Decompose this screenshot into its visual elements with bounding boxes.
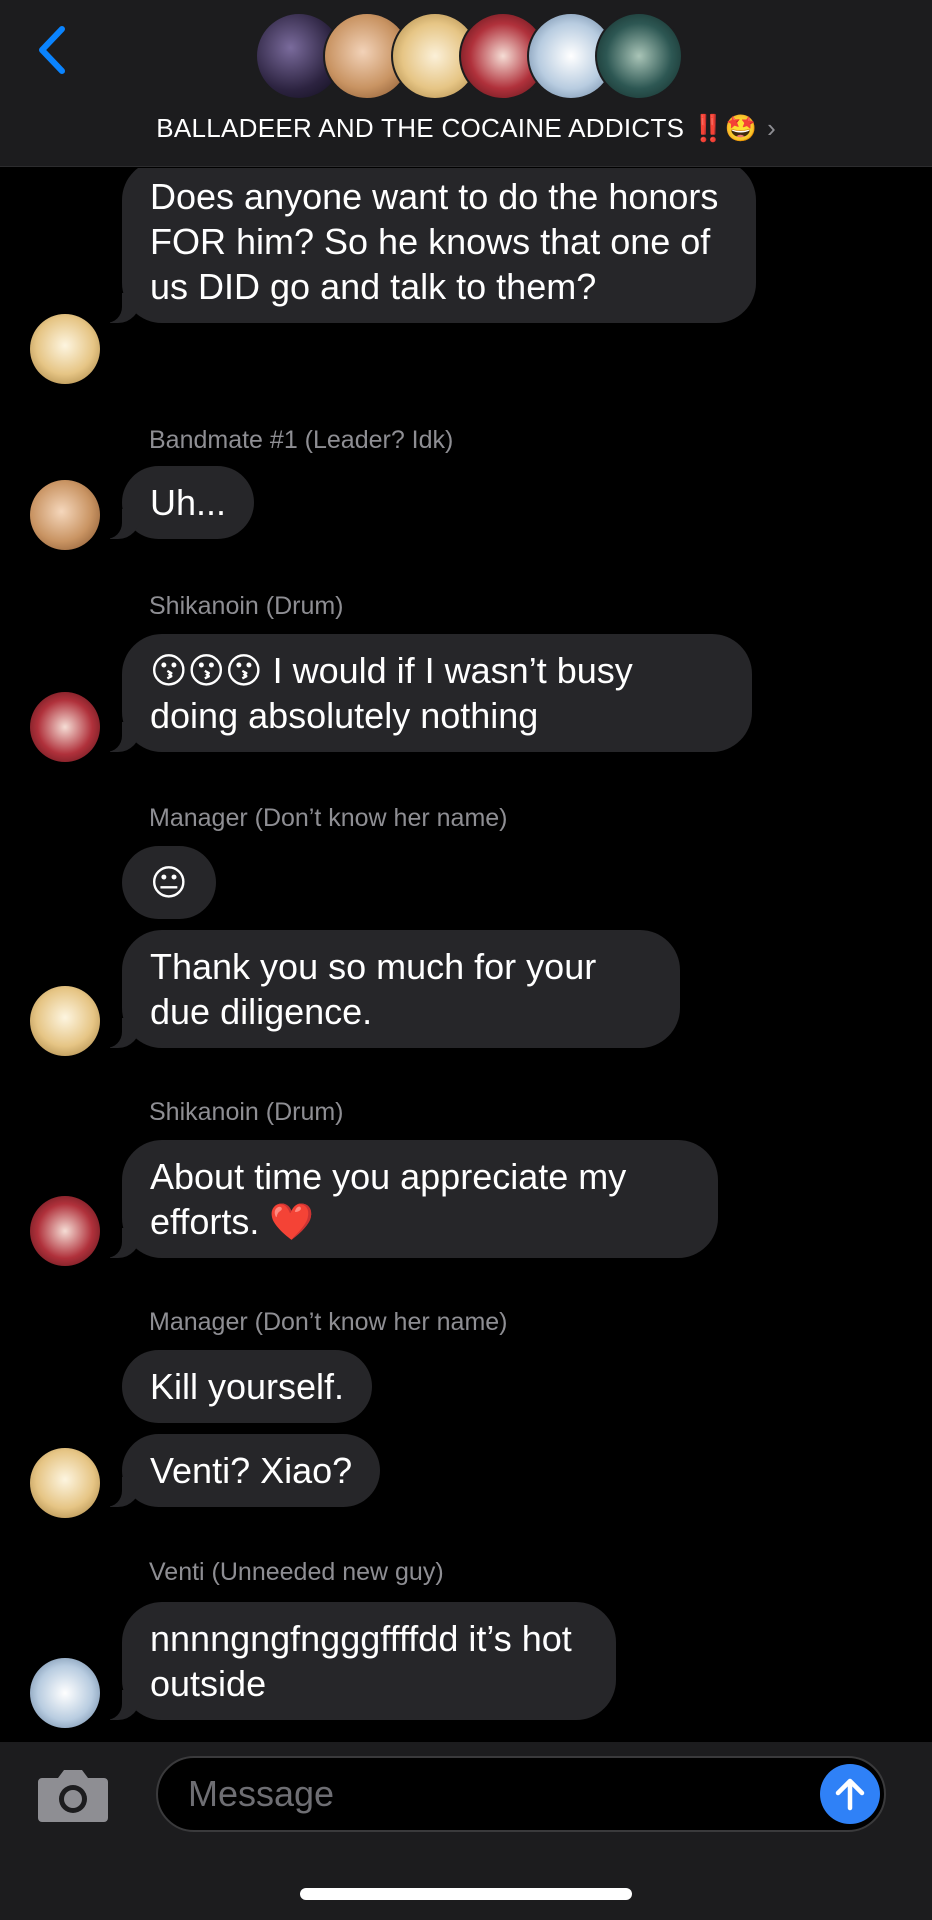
composer-bar: Message: [0, 1742, 932, 1920]
group-emojis: ‼️🤩: [692, 112, 758, 143]
message-text: Does anyone want to do the honors FOR hi…: [150, 176, 719, 307]
sender-name: Shikanoin (Drum): [149, 592, 344, 620]
chevron-left-icon: [39, 26, 65, 74]
arrow-up-icon: [835, 1778, 865, 1811]
camera-button[interactable]: [36, 1764, 110, 1826]
group-name: BALLADEER AND THE COCAINE ADDICTS: [156, 112, 685, 143]
message-bubble[interactable]: Venti? Xiao?: [99, 1434, 381, 1507]
home-indicator: [300, 1888, 632, 1900]
sender-name: Manager (Don’t know her name): [149, 1308, 508, 1336]
sender-name: Manager (Don’t know her name): [149, 804, 508, 832]
message-text: 😗😗😗 I would if I wasn’t busy doing absol…: [150, 650, 633, 736]
message-bubble[interactable]: Thank you so much for your due diligence…: [100, 930, 680, 1048]
sender-name: Bandmate #1 (Leader? Idk): [149, 426, 454, 454]
message-input[interactable]: Message: [156, 1756, 886, 1832]
send-button[interactable]: [820, 1764, 880, 1824]
message-bubble[interactable]: 😐: [122, 846, 216, 919]
member-avatar: [595, 12, 683, 100]
message-bubble[interactable]: nnnngngfngggffffdd it’s hot outside: [100, 1602, 616, 1720]
message-text: nnnngngfngggffffdd it’s hot outside: [150, 1618, 572, 1704]
group-title[interactable]: BALLADEER AND THE COCAINE ADDICTS ‼️🤩 ›: [0, 110, 932, 146]
message-bubble[interactable]: Uh...: [99, 466, 255, 539]
sender-avatar[interactable]: [30, 692, 100, 762]
message-text: 😐: [150, 862, 188, 903]
message-text: Thank you so much for your due diligence…: [150, 946, 597, 1032]
message-text: Kill yourself.: [150, 1366, 345, 1407]
message-placeholder: Message: [188, 1773, 335, 1814]
back-button[interactable]: [30, 22, 74, 78]
message-list[interactable]: Does anyone want to do the honors FOR hi…: [0, 168, 932, 1742]
camera-icon: [38, 1770, 108, 1822]
chat-header: BALLADEER AND THE COCAINE ADDICTS ‼️🤩 ›: [0, 0, 932, 167]
sender-avatar[interactable]: [30, 1448, 100, 1518]
group-avatars[interactable]: [255, 12, 685, 102]
sender-avatar[interactable]: [30, 480, 100, 550]
message-text: Venti? Xiao?: [150, 1450, 353, 1491]
sender-avatar[interactable]: [30, 314, 100, 384]
message-text: Uh...: [150, 482, 227, 523]
sender-avatar[interactable]: [30, 1196, 100, 1266]
sender-avatar[interactable]: [30, 1658, 100, 1728]
sender-avatar[interactable]: [30, 986, 100, 1056]
chevron-right-icon: ›: [767, 112, 776, 143]
message-bubble[interactable]: Kill yourself.: [122, 1350, 373, 1423]
sender-name: Shikanoin (Drum): [149, 1098, 344, 1126]
message-bubble[interactable]: Does anyone want to do the honors FOR hi…: [100, 168, 756, 323]
message-text: About time you appreciate my efforts. ❤️: [150, 1156, 627, 1242]
message-bubble[interactable]: 😗😗😗 I would if I wasn’t busy doing absol…: [100, 634, 752, 752]
message-bubble[interactable]: About time you appreciate my efforts. ❤️: [100, 1140, 718, 1258]
sender-name: Venti (Unneeded new guy): [149, 1558, 444, 1586]
